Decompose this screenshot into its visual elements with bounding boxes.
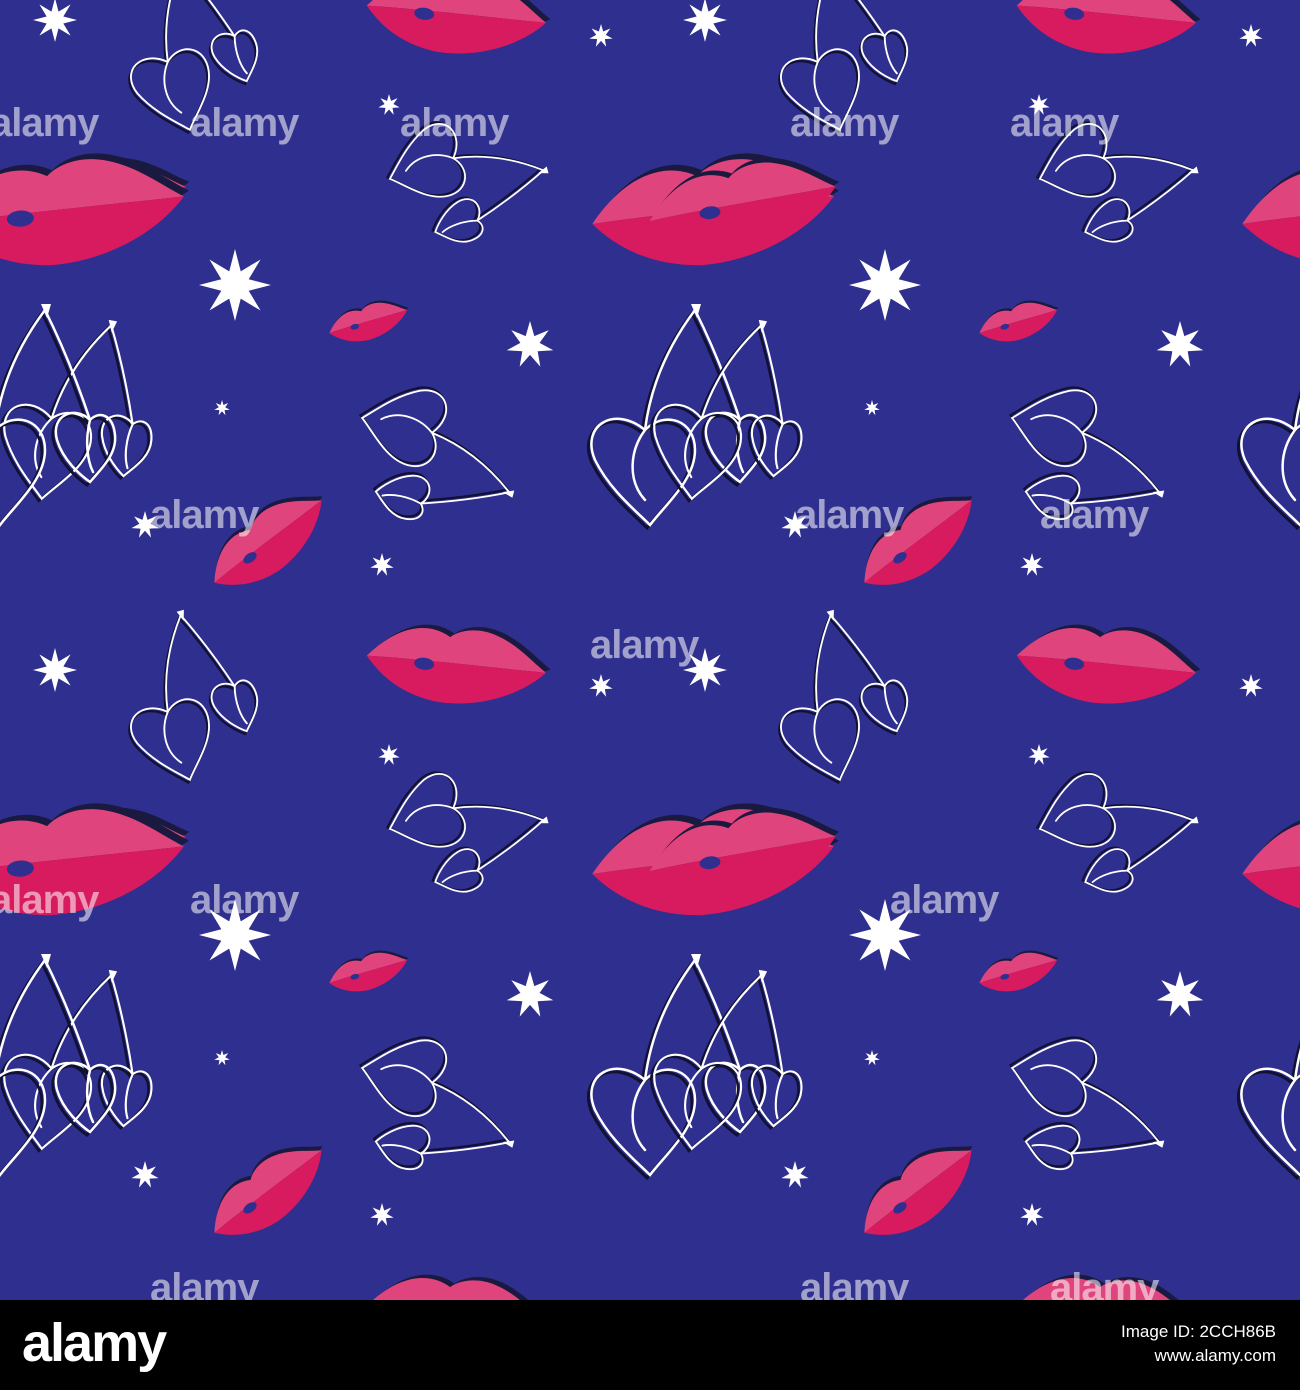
star-icon [199,249,271,321]
image-id-label: Image ID: 2CCH86B [1121,1322,1276,1341]
stock-footer-bar: alamy Image ID: 2CCH86B www.alamy.com [0,1300,1300,1390]
image-id-block: Image ID: 2CCH86B www.alamy.com [1121,1322,1276,1366]
seamless-pattern-illustration [0,0,1300,1300]
star-icon [849,899,921,971]
star-icon [199,899,271,971]
star-icon [683,648,727,692]
site-url: www.alamy.com [1154,1346,1276,1365]
image-stage: alamy alamy alamy alamy alamy alamy alam… [0,0,1300,1390]
star-icon [849,249,921,321]
star-icon [33,648,77,692]
alamy-logo: alamy [22,1313,167,1373]
